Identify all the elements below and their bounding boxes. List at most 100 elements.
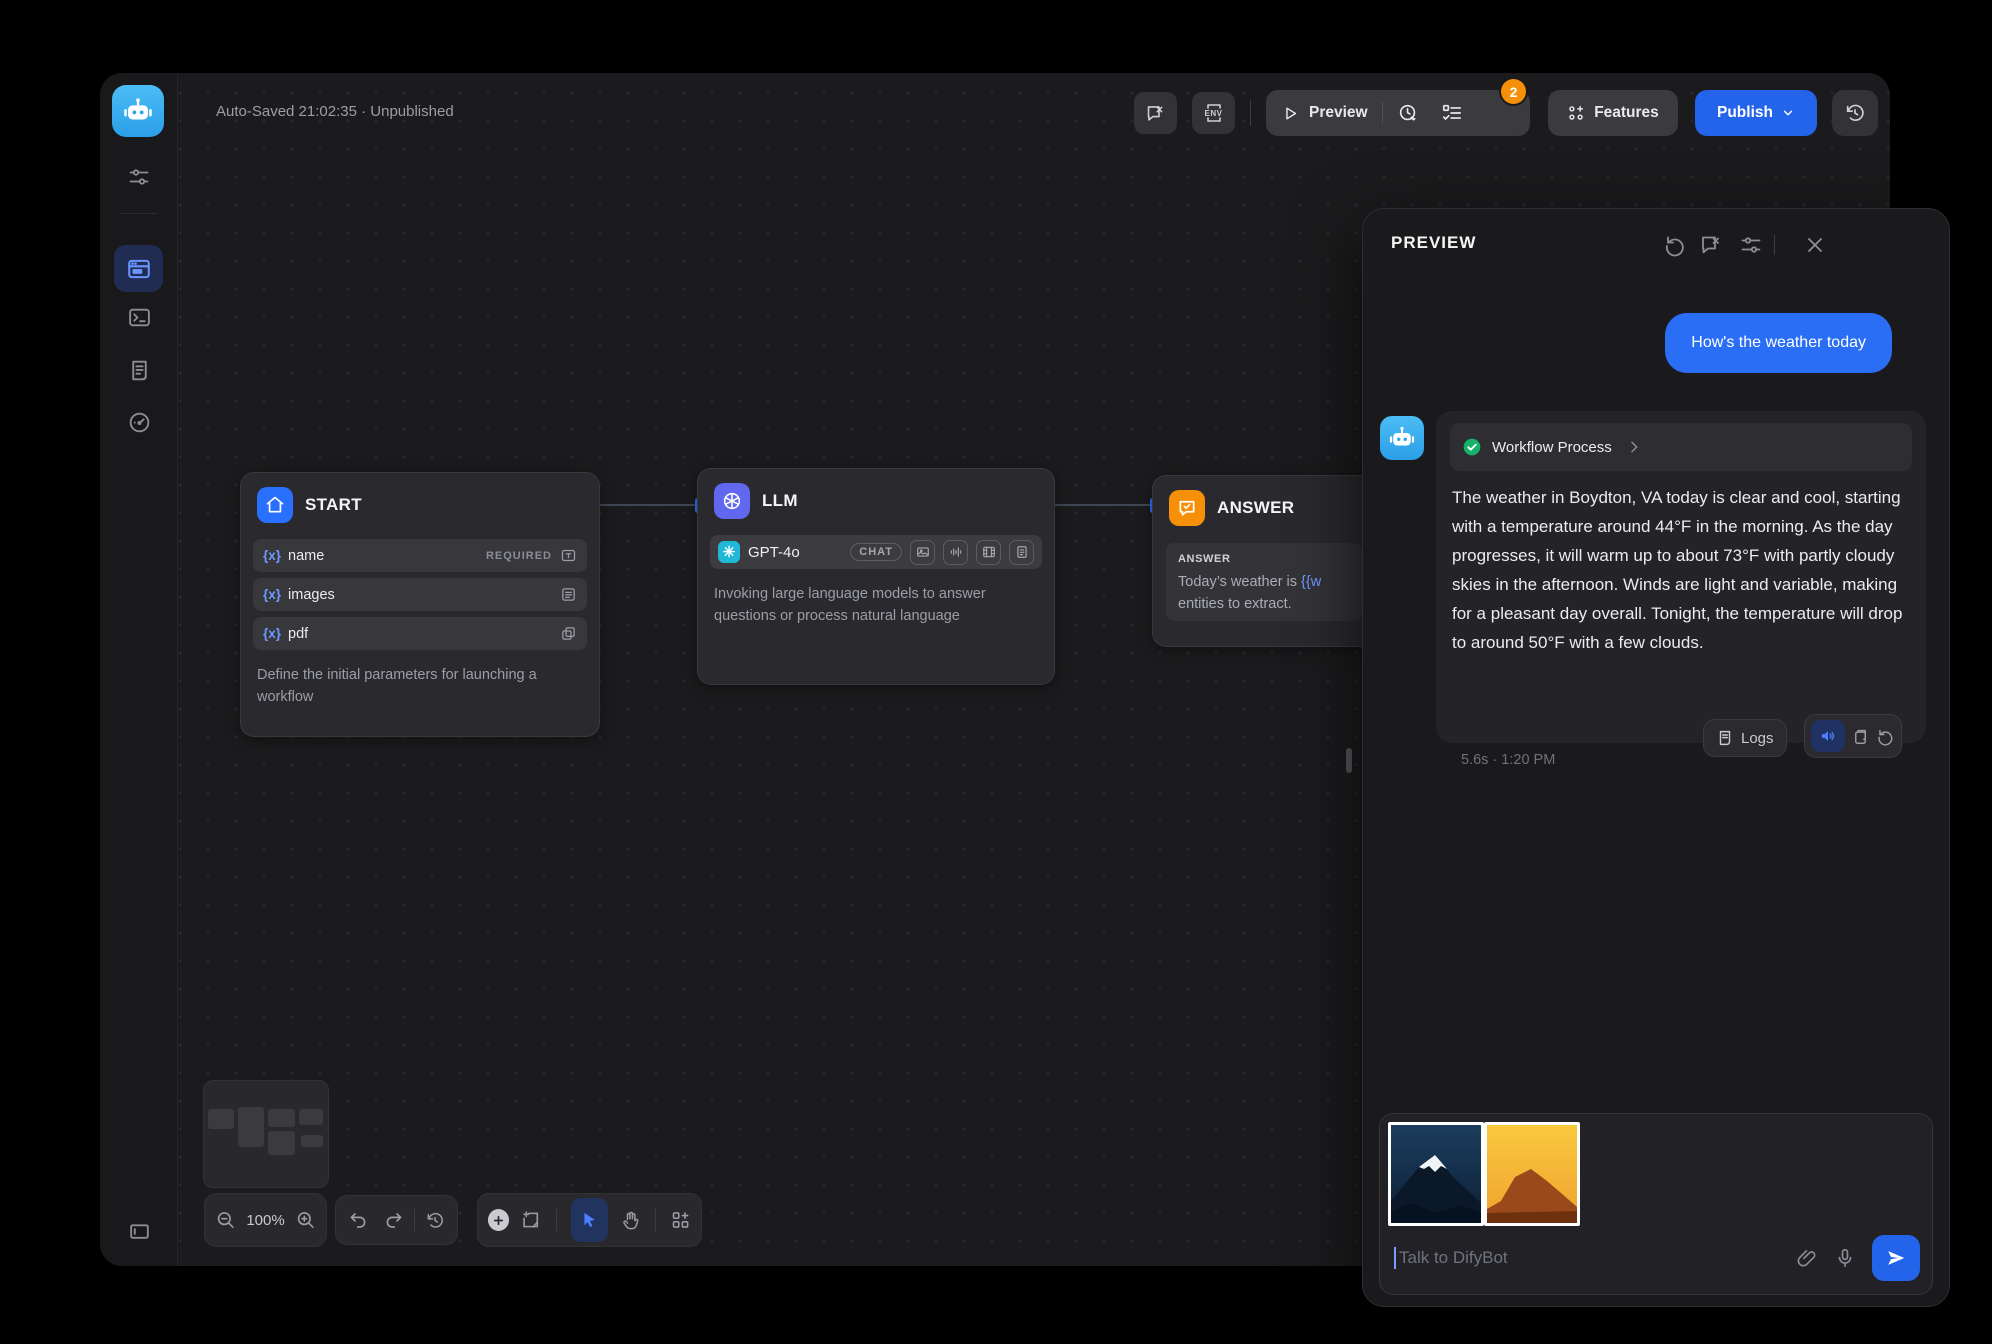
document-capability-icon — [1009, 540, 1034, 565]
left-sidebar — [100, 73, 178, 1266]
chat-input-container — [1379, 1113, 1933, 1295]
version-history-button[interactable] — [1832, 90, 1878, 136]
history-toolbar — [335, 1195, 458, 1245]
preview-button[interactable]: Preview — [1309, 104, 1368, 122]
node-start[interactable]: START {x} name REQUIRED {x} images {x} p… — [240, 472, 600, 737]
autosave-status: Auto-Saved 21:02:35 · Unpublished — [216, 103, 454, 120]
run-history-icon[interactable] — [1397, 102, 1419, 124]
chat-input-row — [1394, 1234, 1920, 1282]
start-field-name[interactable]: {x} name REQUIRED — [253, 539, 587, 572]
paragraph-field-type-icon — [560, 586, 577, 603]
chat-input[interactable] — [1394, 1247, 1780, 1269]
answer-icon — [1169, 490, 1205, 526]
zoom-in-icon[interactable] — [295, 1209, 316, 1231]
variable-icon: {x} — [263, 548, 281, 563]
llm-node-description: Invoking large language models to answer… — [698, 569, 1054, 627]
organize-nodes-icon[interactable] — [670, 1209, 691, 1231]
checklist-count-badge: 2 — [1501, 79, 1526, 104]
bot-message-bubble: Workflow Process The weather in Boydton,… — [1436, 411, 1926, 743]
canvas-minimap[interactable] — [203, 1080, 329, 1188]
annotation-icon — [1145, 103, 1166, 124]
play-icon[interactable] — [1282, 105, 1299, 122]
add-node-button[interactable] — [488, 1209, 509, 1231]
send-button[interactable] — [1872, 1235, 1920, 1281]
sidebar-logs-tab[interactable] — [127, 358, 151, 382]
voice-input-icon[interactable] — [1834, 1247, 1856, 1269]
screen: START {x} name REQUIRED {x} images {x} p… — [0, 0, 1992, 1344]
uploaded-image-fuji[interactable] — [1388, 1122, 1484, 1226]
env-icon-label: ENV — [1205, 109, 1223, 118]
video-capability-icon — [976, 540, 1001, 565]
publish-button[interactable]: Publish — [1695, 90, 1817, 136]
regenerate-icon[interactable] — [1876, 727, 1895, 746]
hand-mode-icon[interactable] — [620, 1209, 641, 1231]
run-group: Preview 2 — [1266, 90, 1530, 136]
preview-panel-title: PREVIEW — [1391, 233, 1476, 253]
copy-icon[interactable] — [1851, 727, 1870, 746]
node-llm[interactable]: LLM ✳ GPT-4o CHAT Invoking large — [697, 468, 1055, 685]
llm-node-header: LLM — [698, 469, 1054, 529]
llm-model-selector[interactable]: ✳ GPT-4o CHAT — [710, 535, 1042, 569]
workflow-process-toggle[interactable]: Workflow Process — [1450, 423, 1912, 471]
uploaded-image-sunset[interactable] — [1484, 1122, 1580, 1226]
edge-llm-answer — [1053, 504, 1152, 506]
conversation-settings-icon[interactable] — [1739, 233, 1763, 257]
features-icon — [1567, 104, 1585, 122]
change-history-icon[interactable] — [425, 1210, 445, 1231]
logs-icon — [1716, 729, 1734, 747]
restart-conversation-icon[interactable] — [1663, 233, 1687, 257]
pointer-mode-button[interactable] — [571, 1198, 608, 1242]
zoom-level[interactable]: 100% — [246, 1212, 284, 1229]
close-icon[interactable] — [1803, 233, 1827, 257]
collapse-sidebar-icon[interactable] — [127, 1219, 151, 1243]
message-meta: 5.6s · 1:20 PM — [1461, 752, 1555, 768]
robot-icon — [121, 94, 155, 128]
annotation-reply-icon[interactable] — [1699, 233, 1723, 257]
add-note-icon[interactable] — [521, 1209, 542, 1231]
model-mode-badge: CHAT — [850, 543, 902, 561]
llm-node-title: LLM — [762, 491, 798, 511]
answer-node-title: ANSWER — [1217, 498, 1294, 518]
start-field-pdf[interactable]: {x} pdf — [253, 617, 587, 650]
env-variables-button[interactable]: ENV — [1192, 92, 1235, 134]
user-message-bubble: How's the weather today — [1665, 313, 1892, 373]
openai-gpt-icon: ✳ — [718, 541, 740, 563]
sidebar-settings-icon[interactable] — [127, 165, 151, 189]
bot-message-text: The weather in Boydton, VA today is clea… — [1450, 483, 1916, 657]
speaker-icon — [1819, 727, 1837, 745]
zoom-toolbar: 100% — [204, 1193, 327, 1247]
version-history-icon — [1844, 102, 1866, 124]
start-node-description: Define the initial parameters for launch… — [241, 650, 599, 708]
required-badge: REQUIRED — [486, 550, 552, 562]
answer-template-line1: Today’s weather is {{w — [1178, 571, 1350, 593]
read-aloud-button[interactable] — [1811, 720, 1845, 752]
variable-icon: {x} — [263, 587, 281, 602]
annotation-button[interactable] — [1134, 92, 1177, 134]
sidebar-api-tab[interactable] — [127, 305, 151, 329]
redo-icon[interactable] — [383, 1209, 404, 1231]
logs-button[interactable]: Logs — [1703, 719, 1787, 757]
answer-variable-token: {{w — [1301, 574, 1321, 590]
variable-icon: {x} — [263, 626, 281, 641]
bot-avatar — [1380, 416, 1424, 460]
chevron-down-icon — [1781, 106, 1795, 120]
checklist-icon[interactable] — [1441, 102, 1463, 124]
robot-icon — [1387, 423, 1417, 453]
undo-icon[interactable] — [348, 1209, 369, 1231]
app-logo[interactable] — [112, 85, 164, 137]
orchestrate-icon — [126, 256, 152, 282]
home-icon — [257, 487, 293, 523]
sidebar-orchestrate-tab[interactable] — [114, 245, 163, 292]
llm-icon — [714, 483, 750, 519]
panel-resize-handle[interactable] — [1346, 748, 1352, 773]
audio-capability-icon — [943, 540, 968, 565]
answer-template-line2: entities to extract. — [1178, 593, 1350, 615]
start-field-images[interactable]: {x} images — [253, 578, 587, 611]
sidebar-monitoring-tab[interactable] — [127, 410, 151, 434]
start-node-header: START — [241, 473, 599, 533]
attach-file-icon[interactable] — [1796, 1247, 1818, 1269]
files-field-type-icon — [560, 625, 577, 642]
features-button[interactable]: Features — [1548, 90, 1678, 136]
zoom-out-icon[interactable] — [215, 1209, 236, 1231]
text-field-type-icon — [560, 547, 577, 564]
